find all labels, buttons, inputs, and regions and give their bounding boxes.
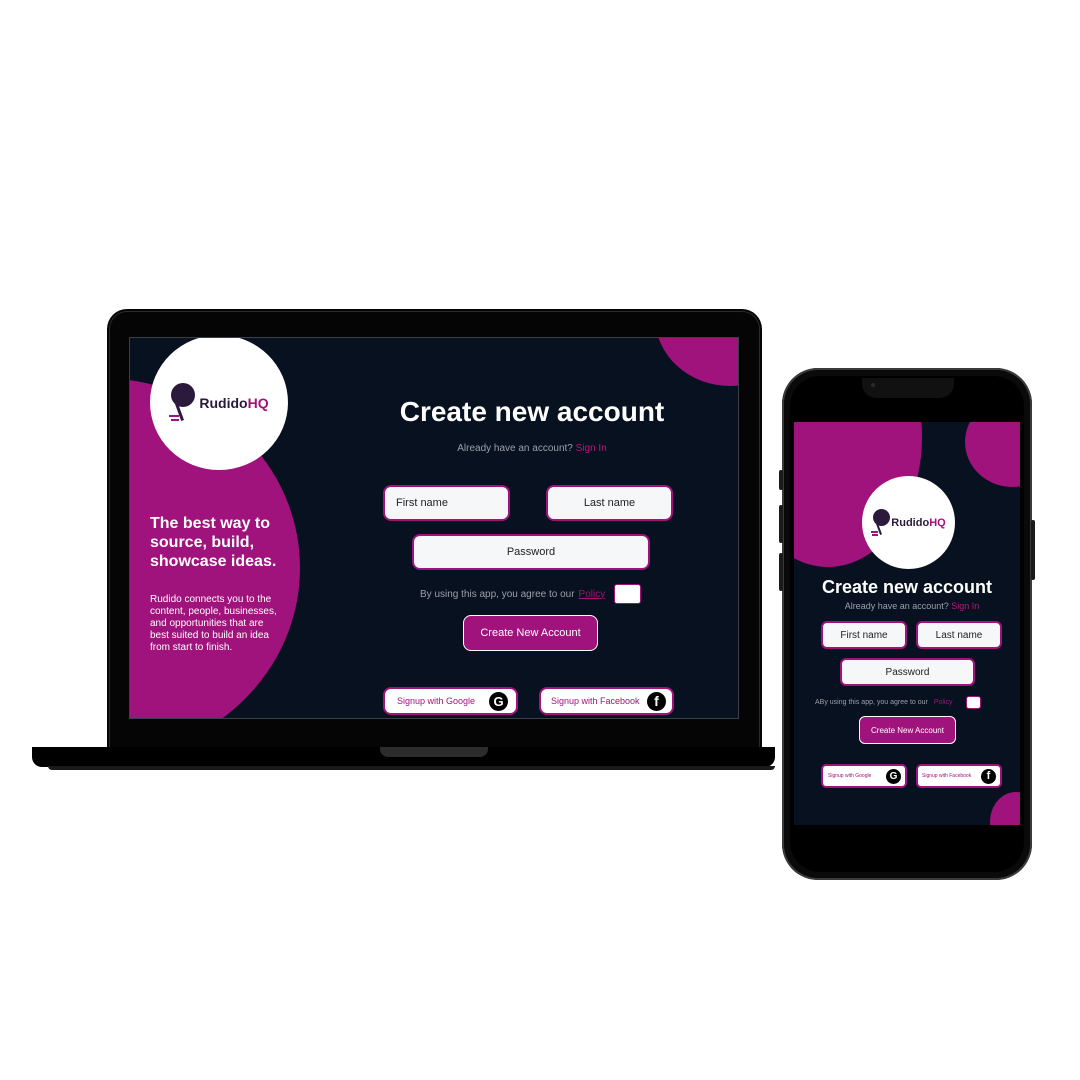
mobile-page-title: Create new account (821, 577, 993, 597)
phone-side-button (779, 470, 783, 490)
phone-screen: RudidoHQ Create new account Already have… (794, 422, 1020, 825)
policy-row: By using this app, you agree to our Poli… (420, 583, 642, 605)
password-input[interactable]: Password (412, 534, 650, 570)
policy-checkbox[interactable] (614, 584, 642, 604)
policy-link[interactable]: Policy (579, 589, 606, 600)
google-icon: G (489, 691, 508, 711)
mobile-google-icon: G (886, 768, 901, 784)
logo: RudidoHQ (169, 381, 269, 425)
mobile-first-name-input[interactable]: First name (821, 621, 907, 649)
laptop-base-edge (48, 766, 775, 770)
logo-wordmark: RudidoHQ (199, 394, 269, 411)
mobile-policy-link[interactable]: Policy (934, 699, 953, 706)
mobile-facebook-signup-label: Signup with Facebook (922, 773, 972, 779)
facebook-signup-button[interactable]: Signup with Facebook f (539, 687, 674, 715)
mobile-policy-row: ABy using this app, you agree to our Pol… (815, 694, 981, 710)
mobile-google-signup-button[interactable]: Signup with Google G (821, 764, 907, 788)
laptop-screen: RudidoHQ The best way to source, build, … (129, 337, 739, 719)
policy-text: By using this app, you agree to our (420, 588, 575, 600)
google-signup-label: Signup with Google (397, 696, 476, 706)
page-title: Create new account (399, 396, 665, 427)
mobile-google-signup-label: Signup with Google (828, 773, 872, 779)
first-name-input[interactable]: First name (383, 485, 510, 521)
mobile-last-name-input[interactable]: Last name (916, 621, 1002, 649)
sign-in-link[interactable]: Sign In (576, 443, 607, 454)
top-right-decorative-blob (655, 338, 738, 386)
mobile-sign-in-prompt-text: Already have an account? (844, 601, 949, 611)
facebook-icon: f (647, 691, 666, 711)
mobile-facebook-icon: f (981, 768, 996, 784)
phone-power-button (1031, 520, 1035, 580)
tagline-description: Rudido connects you to the content, peop… (150, 594, 277, 653)
laptop-trackpad-notch (380, 747, 488, 757)
google-signup-button[interactable]: Signup with Google G (383, 687, 518, 715)
tagline: The best way to source, build, showcase … (150, 515, 277, 571)
last-name-input[interactable]: Last name (546, 485, 673, 521)
phone-volume-up (779, 505, 783, 543)
phone-volume-down (779, 553, 783, 591)
mobile-password-input[interactable]: Password (840, 658, 975, 686)
mobile-sign-in-link[interactable]: Sign In (951, 601, 979, 611)
mobile-sign-in-prompt: Already have an account? Sign In (794, 601, 1020, 611)
mobile-create-account-button[interactable]: Create New Account (859, 716, 956, 744)
mobile-logo-badge: RudidoHQ (862, 476, 955, 569)
mobile-policy-checkbox[interactable] (965, 695, 981, 709)
logo-badge: RudidoHQ (150, 338, 288, 470)
create-account-button[interactable]: Create New Account (463, 615, 598, 651)
mobile-policy-text: ABy using this app, you agree to our (815, 698, 928, 706)
mobile-logo-wordmark: RudidoHQ (891, 516, 946, 529)
sign-in-prompt: Already have an account? Sign In (370, 443, 694, 454)
mobile-bottom-right-decorative-blob (990, 792, 1020, 825)
logo-pin-icon (169, 381, 199, 425)
phone-notch (862, 378, 954, 398)
mobile-logo: RudidoHQ (871, 508, 946, 538)
sign-in-prompt-text: Already have an account? (457, 443, 573, 454)
mobile-facebook-signup-button[interactable]: Signup with Facebook f (916, 764, 1002, 788)
mobile-logo-pin-icon (871, 508, 891, 538)
mobile-top-right-decorative-blob (965, 422, 1020, 487)
facebook-signup-label: Signup with Facebook (551, 696, 640, 706)
phone-camera (871, 383, 875, 387)
